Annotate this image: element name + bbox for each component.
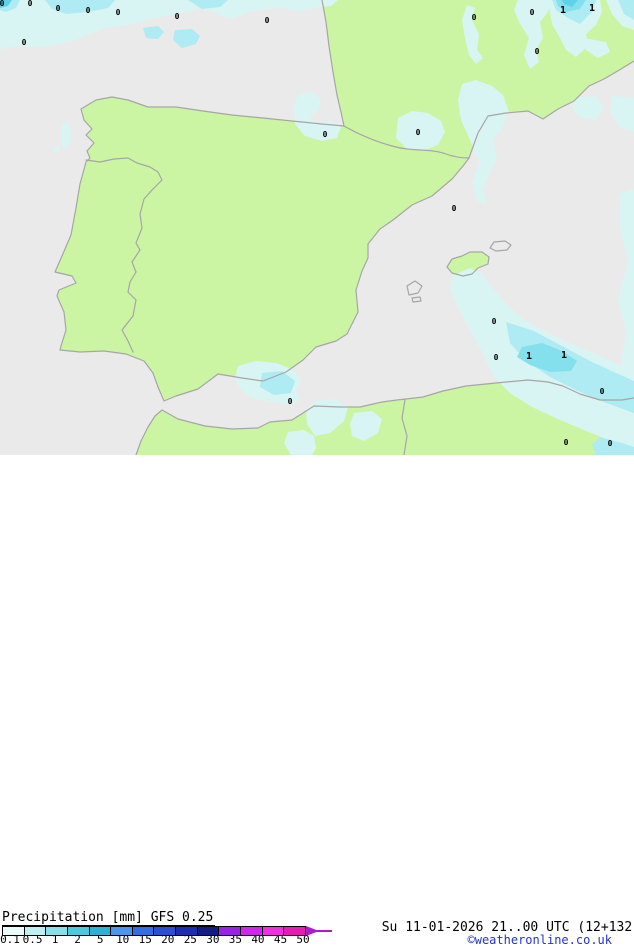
map-svg — [0, 0, 634, 455]
colorbar-cell — [218, 927, 241, 935]
colorbar-scale-label: 5 — [96, 933, 104, 946]
colorbar-cell — [153, 927, 176, 935]
colorbar-cell — [23, 927, 46, 935]
forecast-datetime: Su 11-01-2026 21..00 UTC (12+132) — [381, 920, 634, 935]
colorbar-scale-label: 0.1 — [0, 933, 20, 946]
weather-map: 000000000000000000001111 — [0, 0, 634, 455]
copyright-link[interactable]: ©weatheronline.co.uk — [468, 934, 613, 946]
colorbar-cell — [3, 927, 24, 935]
colorbar-cell — [175, 927, 197, 935]
colorbar-cell — [66, 927, 89, 935]
colorbar-scale-label: 1 — [51, 933, 59, 946]
colorbar-scale-labels: 0.1 0.5 1 2 5 10 15 20 25 30 35 40 45 50 — [0, 933, 360, 946]
colorbar-cell — [261, 927, 284, 935]
weather-map-page: { "map": { "region": "Iberian Peninsula"… — [0, 0, 634, 946]
colorbar-scale-label: 30 — [206, 933, 220, 946]
colorbar-scale-label: 2 — [74, 933, 81, 946]
colorbar-cell — [131, 927, 154, 935]
precip-area — [54, 146, 60, 153]
colorbar-cell — [110, 927, 132, 935]
colorbar-cell — [283, 927, 305, 935]
colorbar-scale-label: 0.5 — [22, 933, 43, 946]
colorbar-scale-label: 20 — [161, 933, 175, 946]
colorbar-scale-label: 10 — [116, 933, 130, 946]
colorbar-arrow-tail — [306, 930, 332, 932]
colorbar-cell — [45, 927, 67, 935]
colorbar-scale-label: 50 — [296, 933, 310, 946]
colorbar-cell — [88, 927, 111, 935]
legend-title: Precipitation [mm] GFS 0.25 — [2, 910, 216, 926]
colorbar-scale-label: 40 — [251, 933, 265, 946]
colorbar-scale-label: 35 — [228, 933, 243, 946]
colorbar-cell — [240, 927, 262, 935]
colorbar-scale-label: 15 — [138, 933, 152, 946]
colorbar-scale-label: 45 — [273, 933, 288, 946]
legend-band: Precipitation [mm] GFS 0.25 0.1 0.5 1 2 5 10 1… — [0, 455, 634, 946]
colorbar-scale-label: 25 — [183, 933, 197, 946]
colorbar-cell — [196, 927, 219, 935]
